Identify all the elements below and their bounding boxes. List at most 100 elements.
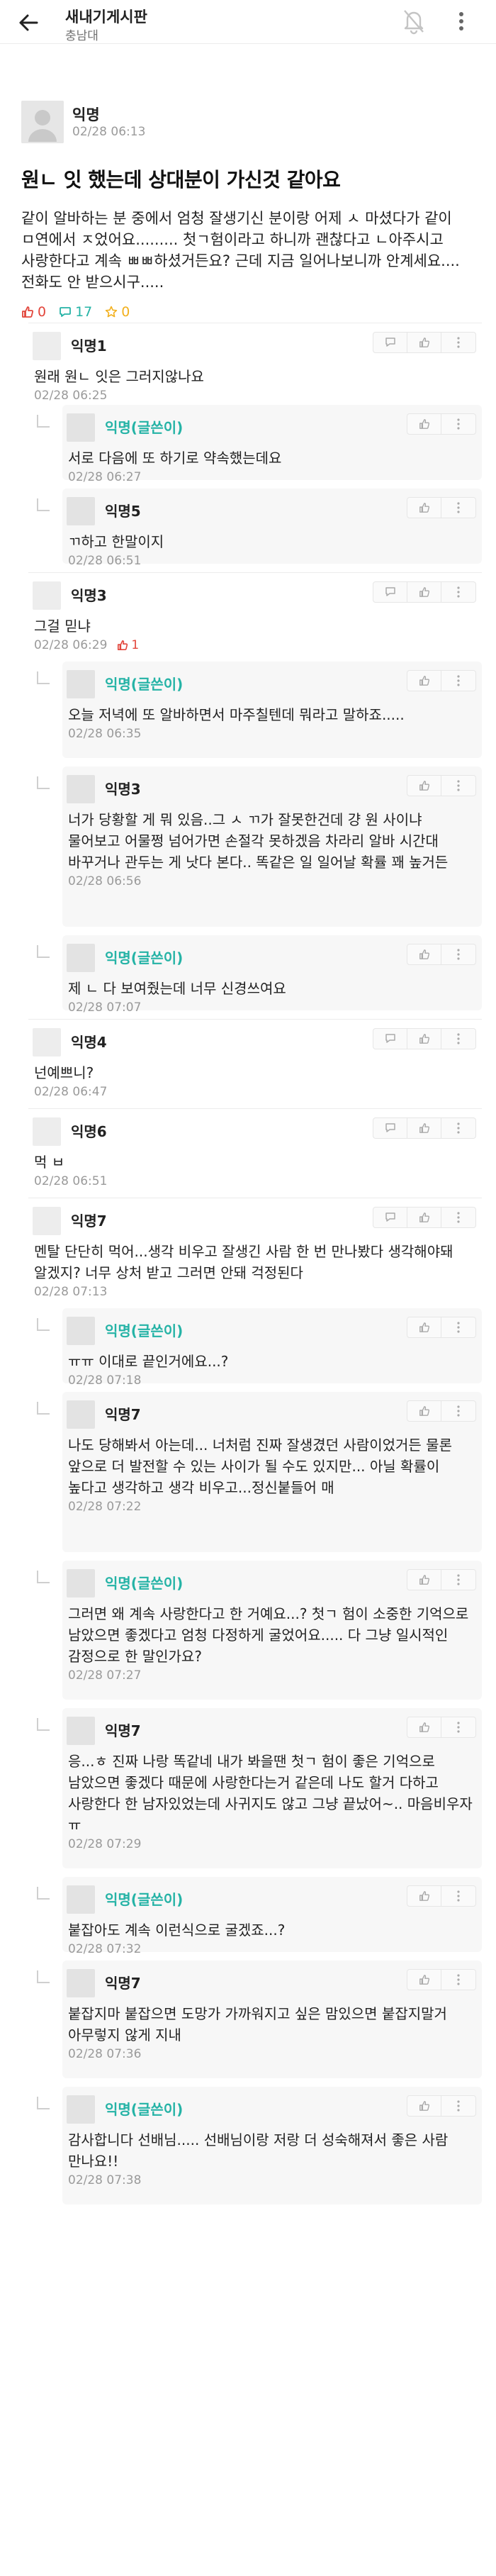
comment-item: 익명1 원래 원ㄴ 잇은 그러지않나요 02/28 06:25 bbox=[0, 323, 496, 403]
comment-actions bbox=[407, 1969, 476, 1990]
like-stat: 0 bbox=[21, 304, 46, 320]
comment-time: 02/28 06:35 bbox=[62, 725, 482, 741]
comment-time-text: 02/28 06:27 bbox=[68, 470, 142, 484]
comment-more-button[interactable] bbox=[441, 671, 475, 691]
comment-bubble-icon bbox=[385, 338, 395, 347]
reply-item: 익명7 응...ㅎ 진짜 나랑 똑같네 내가 봐을땐 첫ㄱ 험이 좋은 기억으로… bbox=[0, 1708, 496, 1873]
reply-arrow-icon bbox=[37, 1887, 50, 1900]
comment-text: 넌예쁘니? bbox=[34, 1064, 94, 1081]
comment-time: 02/28 06:51 bbox=[62, 552, 482, 568]
comment-card: 익명1 원래 원ㄴ 잇은 그러지않나요 02/28 06:25 bbox=[28, 323, 482, 403]
like-button[interactable] bbox=[407, 944, 441, 964]
comment-more-button[interactable] bbox=[441, 414, 475, 434]
star-icon bbox=[106, 306, 118, 318]
comment-item: 익명6 먹 ㅂ 02/28 06:51 bbox=[0, 1108, 496, 1193]
reply-arrow-icon bbox=[37, 776, 50, 789]
comment-author: 익명3 bbox=[71, 587, 107, 604]
reply-button[interactable] bbox=[373, 582, 407, 602]
comment-text: 붙잡아도 계속 이런식으로 굴겠죠...? bbox=[68, 1922, 286, 1939]
more-vertical-icon bbox=[457, 1722, 460, 1733]
comment-actions bbox=[407, 1317, 476, 1338]
thumbs-up-icon bbox=[118, 640, 128, 651]
reply-card: 익명5 ㄲ하고 한말이지 02/28 06:51 bbox=[62, 489, 482, 568]
reply-card: 익명(글쓴이) 제 ㄴ 다 보여줬는데 너무 신경쓰여요 02/28 07:07 bbox=[62, 935, 482, 1015]
reply-item: 익명(글쓴이) 그러면 왜 계속 사랑한다고 한 거예요...? 첫ㄱ 험이 소… bbox=[0, 1561, 496, 1704]
like-button[interactable] bbox=[407, 1570, 441, 1590]
more-vertical-icon bbox=[457, 2100, 460, 2112]
comment-more-button[interactable] bbox=[441, 1717, 475, 1737]
thumbs-up-icon bbox=[22, 306, 34, 318]
like-button[interactable] bbox=[407, 776, 441, 796]
comment-time-text: 02/28 06:25 bbox=[34, 389, 108, 403]
thumbs-up-icon bbox=[419, 503, 429, 513]
comment-avatar bbox=[67, 1569, 95, 1598]
comment-more-button[interactable] bbox=[441, 1208, 475, 1227]
comment-more-button[interactable] bbox=[441, 1401, 475, 1421]
reply-arrow-icon bbox=[37, 498, 50, 511]
comment-card: 익명4 넌예쁘니? 02/28 06:47 bbox=[28, 1019, 482, 1104]
comment-more-button[interactable] bbox=[441, 1118, 475, 1138]
like-button[interactable] bbox=[407, 1717, 441, 1737]
comment-actions bbox=[407, 1569, 476, 1590]
reply-button[interactable] bbox=[373, 1118, 407, 1138]
like-button[interactable] bbox=[407, 2096, 441, 2116]
like-button[interactable] bbox=[407, 333, 441, 352]
thumbs-up-icon bbox=[419, 1575, 429, 1585]
reply-button[interactable] bbox=[373, 1208, 407, 1227]
reply-card: 익명7 붙잡지마 붙잡으면 도망가 가까워지고 싶은 맘있으면 붙잡지말거 아무… bbox=[62, 1961, 482, 2078]
comment-more-button[interactable] bbox=[441, 582, 475, 602]
reply-button[interactable] bbox=[373, 1029, 407, 1049]
comment-more-button[interactable] bbox=[441, 1886, 475, 1906]
comment-actions bbox=[373, 1207, 476, 1228]
like-button[interactable] bbox=[407, 414, 441, 434]
comment-more-button[interactable] bbox=[441, 498, 475, 518]
comment-time-text: 02/28 07:36 bbox=[68, 2047, 142, 2061]
like-button[interactable] bbox=[407, 1970, 441, 1990]
thumbs-up-icon bbox=[419, 587, 429, 597]
comment-more-button[interactable] bbox=[441, 1029, 475, 1049]
comment-time: 02/28 06:29 1 bbox=[28, 637, 482, 652]
comment-bubble-icon bbox=[385, 1212, 395, 1222]
like-button[interactable] bbox=[407, 1118, 441, 1138]
like-button[interactable] bbox=[407, 671, 441, 691]
more-menu-button[interactable] bbox=[451, 7, 472, 35]
comment-actions bbox=[407, 497, 476, 518]
article-body: 같이 알바하는 분 중에서 엄청 잘생기신 분이랑 어제 ㅅ 마셨다가 같이 ㅁ… bbox=[21, 210, 460, 291]
notification-toggle-button[interactable] bbox=[401, 7, 427, 35]
reply-arrow-icon bbox=[37, 1718, 50, 1731]
comment-more-button[interactable] bbox=[441, 2096, 475, 2116]
reply-item: 익명(글쓴이) 붙잡아도 계속 이런식으로 굴겠죠...? 02/28 07:3… bbox=[0, 1877, 496, 1956]
comment-more-button[interactable] bbox=[441, 1317, 475, 1337]
comment-time-text: 02/28 07:18 bbox=[68, 1373, 142, 1388]
comment-more-button[interactable] bbox=[441, 1570, 475, 1590]
comment-bubble-icon bbox=[385, 1034, 395, 1043]
like-button[interactable] bbox=[407, 1317, 441, 1337]
comment-time: 02/28 07:32 bbox=[62, 1941, 482, 1956]
thumbs-up-icon bbox=[419, 1034, 429, 1044]
thumbs-up-icon bbox=[419, 1722, 429, 1732]
like-button[interactable] bbox=[407, 1401, 441, 1421]
like-button[interactable] bbox=[407, 1029, 441, 1049]
comment-text: 멘탈 단단히 먹어...생각 비우고 잘생긴 사람 한 번 만나봤다 생각해야돼… bbox=[34, 1243, 453, 1281]
comment-actions bbox=[407, 1717, 476, 1738]
like-button[interactable] bbox=[407, 1886, 441, 1906]
reply-button[interactable] bbox=[373, 333, 407, 352]
comment-more-button[interactable] bbox=[441, 776, 475, 796]
thumbs-up-icon bbox=[419, 1322, 429, 1332]
reply-card: 익명(글쓴이) 감사합니다 선배님..... 선배님이랑 저랑 더 성숙해져서 … bbox=[62, 2087, 482, 2204]
thumbs-up-icon bbox=[419, 1123, 429, 1133]
like-button[interactable] bbox=[407, 582, 441, 602]
like-button[interactable] bbox=[407, 498, 441, 518]
more-vertical-icon bbox=[457, 337, 460, 348]
more-vertical-icon bbox=[457, 949, 460, 960]
comment-more-button[interactable] bbox=[441, 333, 475, 352]
comment-more-button[interactable] bbox=[441, 1970, 475, 1990]
back-button[interactable] bbox=[14, 9, 43, 37]
comment-more-button[interactable] bbox=[441, 944, 475, 964]
reply-card: 익명(글쓴이) 붙잡아도 계속 이런식으로 굴겠죠...? 02/28 07:3… bbox=[62, 1877, 482, 1956]
comment-avatar bbox=[67, 1400, 95, 1429]
like-button[interactable] bbox=[407, 1208, 441, 1227]
more-vertical-icon bbox=[459, 12, 463, 30]
comment-time: 02/28 06:25 bbox=[28, 387, 482, 403]
top-bar: 새내기게시판 충남대 bbox=[0, 0, 496, 44]
